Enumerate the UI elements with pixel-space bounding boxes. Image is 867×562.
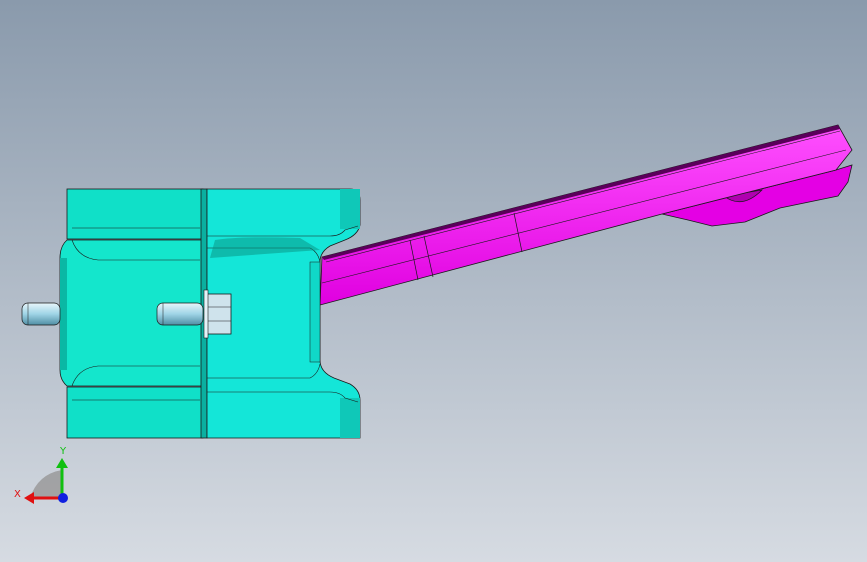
- left-pin[interactable]: [21, 302, 61, 326]
- triad-z-axis: [58, 493, 68, 503]
- center-pin[interactable]: [156, 302, 204, 326]
- hex-nut[interactable]: [203, 289, 232, 339]
- block-right-shade: [340, 189, 360, 229]
- triad-x-label: X: [14, 489, 21, 500]
- block-left-top: [66, 188, 204, 240]
- model-canvas[interactable]: Y X: [0, 0, 867, 562]
- block-right-inner-face: [309, 261, 321, 363]
- cad-viewport[interactable]: Y X: [0, 0, 867, 562]
- block-left-bottom: [66, 386, 204, 439]
- triad-y-label: Y: [59, 446, 67, 457]
- block-right-shade: [340, 398, 360, 438]
- block-left-shade: [60, 258, 67, 370]
